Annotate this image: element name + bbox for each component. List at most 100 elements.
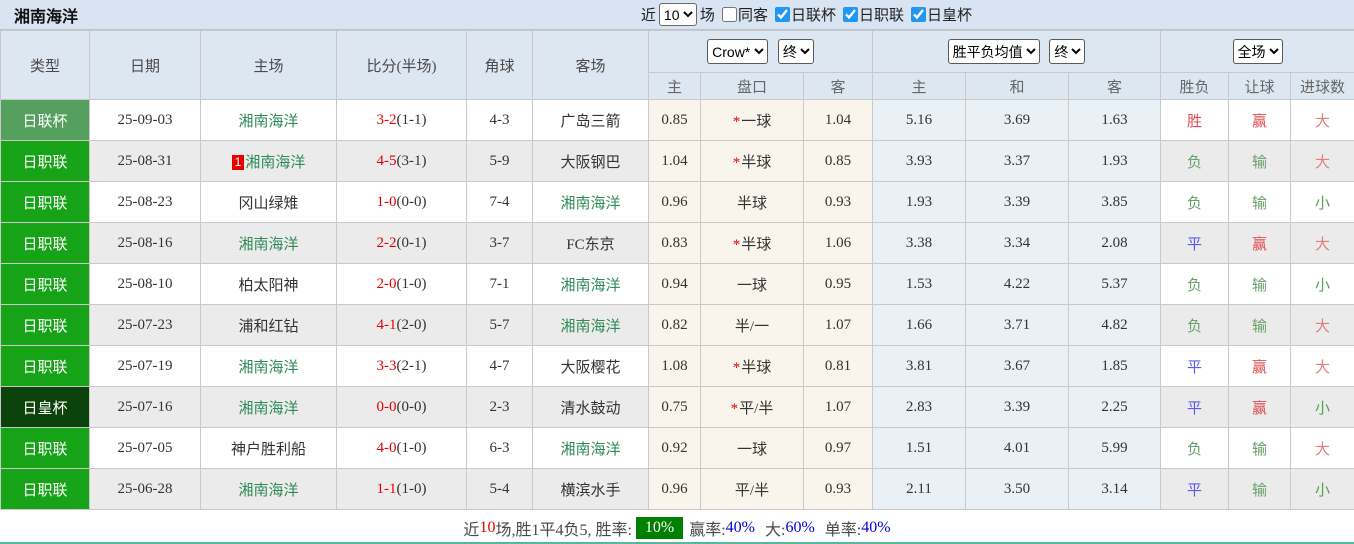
handicap-cell: 半/一 xyxy=(701,305,804,346)
filter-label-j1: 日职联 xyxy=(859,4,904,25)
subcol-avg-home: 主 xyxy=(873,73,966,100)
match-date: 25-07-19 xyxy=(90,346,201,387)
red-card-badge: 1 xyxy=(232,155,245,170)
odds-header-cell: Crow* 终 xyxy=(649,31,873,73)
avg-home-cell: 2.83 xyxy=(873,387,966,428)
score-cell: 0-0(0-0) xyxy=(337,387,467,428)
match-date: 25-07-05 xyxy=(90,428,201,469)
avg-draw-cell: 3.71 xyxy=(966,305,1069,346)
odds-away-cell: 0.93 xyxy=(804,182,873,223)
bookmaker-select[interactable]: Crow* xyxy=(707,39,768,64)
half-time-score: (3-1) xyxy=(397,153,427,169)
match-type-badge: 日职联 xyxy=(1,469,90,510)
result-wdl-cell: 负 xyxy=(1161,428,1229,469)
odds-away-cell: 1.04 xyxy=(804,100,873,141)
odds-time-select[interactable]: 终 xyxy=(778,39,814,64)
result-goals-cell: 小 xyxy=(1291,182,1354,223)
odds-away-cell: 1.07 xyxy=(804,387,873,428)
odds-home-cell: 0.75 xyxy=(649,387,701,428)
odds-home-cell: 0.82 xyxy=(649,305,701,346)
team-name: 湘南海洋 xyxy=(560,319,620,335)
team-name: 浦和红钻 xyxy=(238,319,298,335)
half-time-score: (1-0) xyxy=(397,440,427,456)
full-time-score: 0-0 xyxy=(377,399,397,415)
filter-checkbox-emperor-cup[interactable] xyxy=(911,7,926,22)
handicap-cell: *半球 xyxy=(701,346,804,387)
avg-home-cell: 3.93 xyxy=(873,141,966,182)
match-history-widget: 湘南海洋 近 10 场 同客 日联杯 日职联 日皇杯 xyxy=(0,0,1354,544)
avg-away-cell: 5.37 xyxy=(1069,264,1161,305)
avg-type-select[interactable]: 胜平负均值 xyxy=(948,39,1040,64)
odds-away-cell: 1.07 xyxy=(804,305,873,346)
col-header-type: 类型 xyxy=(1,31,90,100)
table-row: 日联杯25-09-03湘南海洋3-2(1-1)4-3广岛三箭0.85*一球1.0… xyxy=(1,100,1354,141)
team-name: 湘南海洋 xyxy=(560,442,620,458)
handicap-cell: 半球 xyxy=(701,182,804,223)
star-mark: * xyxy=(733,237,741,253)
away-team-cell: 湘南海洋 xyxy=(533,264,649,305)
result-goals-cell: 大 xyxy=(1291,346,1354,387)
scope-select[interactable]: 全场 xyxy=(1233,39,1283,64)
away-team-cell: 横滨水手 xyxy=(533,469,649,510)
table-row: 日职联25-08-10柏太阳神2-0(1-0)7-1湘南海洋0.94一球0.95… xyxy=(1,264,1354,305)
half-time-score: (1-0) xyxy=(397,481,427,497)
team-name: 神户胜利船 xyxy=(231,442,306,458)
full-time-score: 4-5 xyxy=(377,153,397,169)
team-name: 横滨水手 xyxy=(560,483,620,499)
avg-draw-cell: 4.22 xyxy=(966,264,1069,305)
result-goals-cell: 大 xyxy=(1291,223,1354,264)
result-wdl-cell: 负 xyxy=(1161,182,1229,223)
half-time-score: (0-1) xyxy=(397,235,427,251)
away-team-cell: 广岛三箭 xyxy=(533,100,649,141)
avg-draw-cell: 3.39 xyxy=(966,182,1069,223)
recent-count-select[interactable]: 10 xyxy=(659,3,697,26)
score-cell: 2-2(0-1) xyxy=(337,223,467,264)
avg-home-cell: 5.16 xyxy=(873,100,966,141)
filter-controls: 近 10 场 同客 日联杯 日职联 日皇杯 xyxy=(641,3,972,26)
same-opponent-label: 同客 xyxy=(738,4,768,25)
corner-cell: 5-9 xyxy=(467,141,533,182)
full-time-score: 1-0 xyxy=(377,194,397,210)
result-wdl-cell: 负 xyxy=(1161,305,1229,346)
col-header-away: 客场 xyxy=(533,31,649,100)
handicap-cell: *平/半 xyxy=(701,387,804,428)
scope-header-cell: 全场 xyxy=(1161,31,1354,73)
result-wdl-cell: 平 xyxy=(1161,346,1229,387)
avg-away-cell: 3.85 xyxy=(1069,182,1161,223)
match-type-badge: 日皇杯 xyxy=(1,387,90,428)
avg-draw-cell: 3.50 xyxy=(966,469,1069,510)
full-time-score: 3-2 xyxy=(377,112,397,128)
corner-cell: 4-7 xyxy=(467,346,533,387)
match-type-badge: 日职联 xyxy=(1,428,90,469)
odds-home-cell: 0.83 xyxy=(649,223,701,264)
star-mark: * xyxy=(733,155,741,171)
avg-time-select[interactable]: 终 xyxy=(1049,39,1085,64)
handicap-cell: *半球 xyxy=(701,223,804,264)
result-handicap-cell: 输 xyxy=(1229,469,1291,510)
filter-checkbox-j1[interactable] xyxy=(843,7,858,22)
result-goals-cell: 大 xyxy=(1291,100,1354,141)
odds-away-cell: 0.93 xyxy=(804,469,873,510)
result-handicap-cell: 赢 xyxy=(1229,346,1291,387)
score-cell: 4-5(3-1) xyxy=(337,141,467,182)
avg-draw-cell: 3.34 xyxy=(966,223,1069,264)
result-goals-cell: 小 xyxy=(1291,387,1354,428)
home-team-cell: 湘南海洋 xyxy=(201,469,337,510)
match-date: 25-09-03 xyxy=(90,100,201,141)
half-time-score: (2-0) xyxy=(397,317,427,333)
summary-prefix: 近 xyxy=(463,516,479,540)
team-name: 湘南海洋 xyxy=(560,196,620,212)
toolbar: 湘南海洋 近 10 场 同客 日联杯 日职联 日皇杯 xyxy=(0,0,1354,30)
home-team-cell: 湘南海洋 xyxy=(201,223,337,264)
match-type-badge: 日联杯 xyxy=(1,100,90,141)
same-opponent-checkbox[interactable] xyxy=(722,7,737,22)
result-wdl-cell: 平 xyxy=(1161,469,1229,510)
match-type-badge: 日职联 xyxy=(1,141,90,182)
half-time-score: (1-1) xyxy=(397,112,427,128)
score-cell: 4-0(1-0) xyxy=(337,428,467,469)
corner-cell: 4-3 xyxy=(467,100,533,141)
table-row: 日职联25-07-19湘南海洋3-3(2-1)4-7大阪樱花1.08*半球0.8… xyxy=(1,346,1354,387)
match-date: 25-07-16 xyxy=(90,387,201,428)
filter-checkbox-jleague-cup[interactable] xyxy=(775,7,790,22)
summary-count: 10 xyxy=(479,519,495,537)
